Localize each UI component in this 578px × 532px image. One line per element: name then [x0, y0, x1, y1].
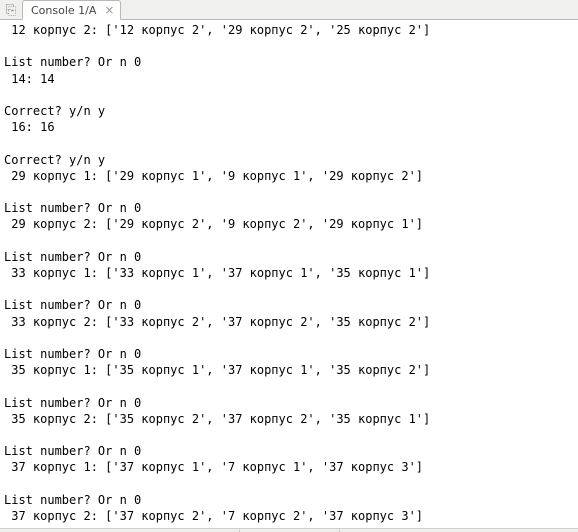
- tab-nav-icon: ⎘: [6, 3, 16, 18]
- status-bar: [0, 528, 578, 532]
- close-icon[interactable]: ×: [104, 4, 114, 16]
- tab-label: Console 1/A: [31, 4, 96, 17]
- console-output[interactable]: 12 корпус 2: ['12 корпус 2', '29 корпус …: [0, 20, 578, 528]
- console-lines: 12 корпус 2: ['12 корпус 2', '29 корпус …: [4, 22, 574, 528]
- tab-console[interactable]: Console 1/A ×: [22, 0, 121, 20]
- tab-bar: ⎘ Console 1/A ×: [0, 0, 578, 20]
- tab-nav-button[interactable]: ⎘: [2, 1, 20, 19]
